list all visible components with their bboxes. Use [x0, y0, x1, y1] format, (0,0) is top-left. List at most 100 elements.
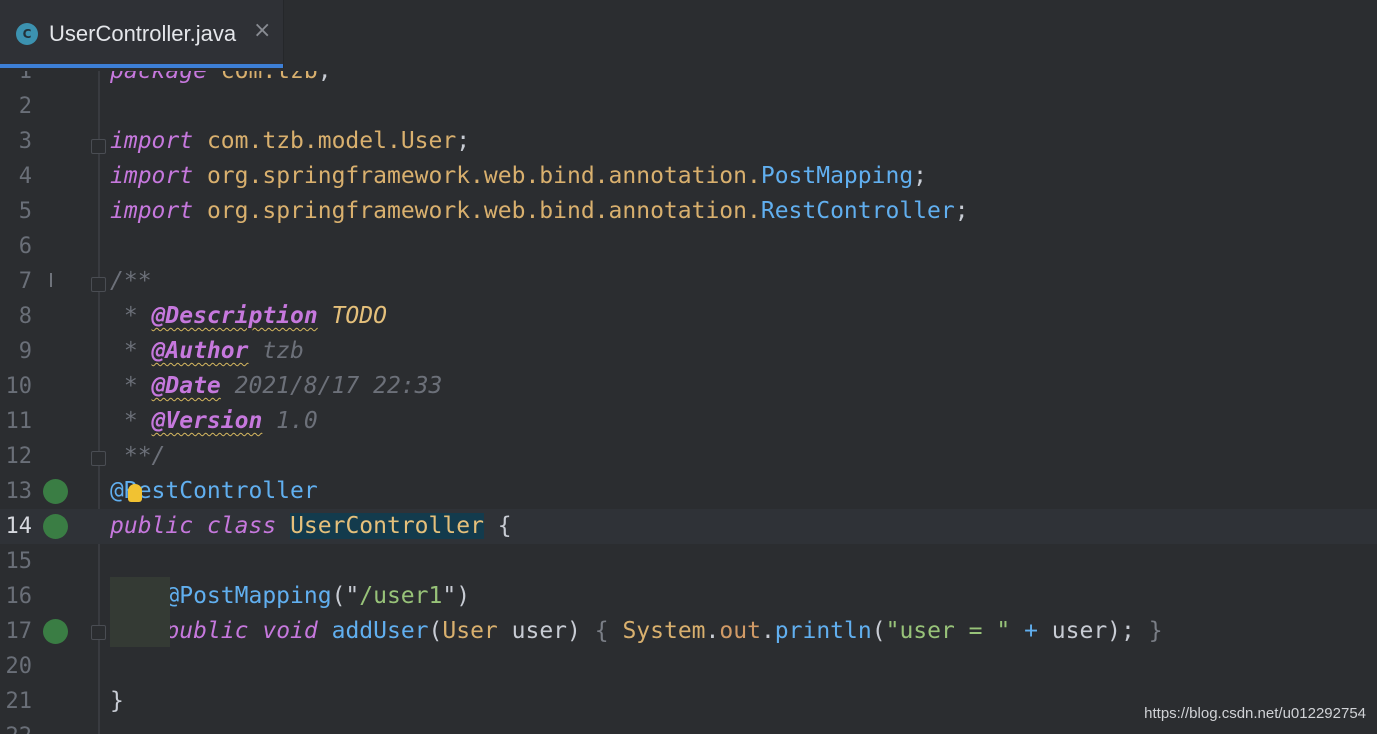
- line-number: 15: [5, 549, 33, 574]
- code-line[interactable]: 5 import org.springframework.web.bind.ann…: [0, 194, 1377, 229]
- code-text: import org.springframework.web.bind.anno…: [110, 159, 927, 194]
- fold-icon[interactable]: [91, 451, 106, 466]
- doc-comment-icon[interactable]: [50, 273, 72, 287]
- code-text: public class UserController {: [110, 509, 512, 544]
- token: RestController: [760, 198, 955, 224]
- token: ;: [913, 163, 928, 189]
- token: UserController: [290, 513, 484, 539]
- code-line[interactable]: 4 import org.springframework.web.bind.ann…: [0, 159, 1377, 194]
- line-number: 10: [5, 374, 33, 399]
- token: org.springframework.web.bind.annotation.: [206, 163, 761, 189]
- line-number: 20: [5, 654, 33, 679]
- code-line[interactable]: 20: [0, 649, 1377, 684]
- code-line[interactable]: 2: [0, 89, 1377, 124]
- tab-title: UserController.java: [49, 21, 237, 46]
- token: (: [428, 618, 443, 644]
- token: @Author: [151, 338, 249, 364]
- line-number: 9: [18, 339, 32, 364]
- token: 1.0: [262, 408, 318, 434]
- fold-icon[interactable]: [91, 625, 106, 640]
- fold-icon[interactable]: [91, 139, 106, 154]
- token: /user1: [359, 583, 443, 609]
- token: package: [110, 71, 207, 84]
- token: User: [442, 618, 498, 644]
- code-editor[interactable]: 1 package com.tzb; 2 3 import com.tzb.model.…: [0, 71, 1377, 734]
- code-line[interactable]: 11 * @Version 1.0: [0, 404, 1377, 439]
- token: @PostMapping: [165, 583, 332, 609]
- code-line[interactable]: 7 /**: [0, 264, 1377, 299]
- token: }: [1148, 618, 1163, 644]
- token: "): [442, 583, 471, 609]
- tab-usercontroller-java[interactable]: C UserController.java ×: [0, 0, 284, 68]
- token: *: [110, 408, 152, 434]
- token: }: [110, 688, 124, 714]
- editor-tab-bar: C UserController.java ×: [0, 0, 1377, 71]
- lightbulb-icon[interactable]: [128, 484, 142, 502]
- code-text: **/: [110, 439, 166, 474]
- line-number: 11: [5, 409, 33, 434]
- code-line[interactable]: 15: [0, 544, 1377, 579]
- active-tab-indicator: [0, 64, 283, 68]
- line-number: 13: [5, 479, 33, 504]
- token: @Version: [151, 408, 263, 434]
- line-number: 12: [5, 444, 33, 469]
- token: *: [110, 338, 152, 364]
- line-number: 3: [18, 129, 32, 154]
- code-line[interactable]: 6: [0, 229, 1377, 264]
- web-endpoint-icon[interactable]: [43, 619, 68, 644]
- line-number: 8: [18, 304, 32, 329]
- code-line[interactable]: 14 public class UserController {: [0, 509, 1377, 544]
- code-line[interactable]: 13 @RestController: [0, 474, 1377, 509]
- spring-class-icon[interactable]: [43, 514, 68, 539]
- java-class-icon: C: [16, 23, 38, 45]
- code-text: }: [110, 684, 124, 719]
- code-text: import org.springframework.web.bind.anno…: [110, 194, 969, 229]
- token: *: [110, 303, 152, 329]
- code-text: package com.tzb;: [110, 71, 332, 89]
- line-number: 21: [5, 689, 33, 714]
- code-line[interactable]: 9 * @Author tzb: [0, 334, 1377, 369]
- token: {: [594, 618, 609, 644]
- code-line[interactable]: 16 @PostMapping("/user1"): [0, 579, 1377, 614]
- spring-bean-icon[interactable]: [43, 479, 68, 504]
- code-line[interactable]: 10 * @Date 2021/8/17 22:33: [0, 369, 1377, 404]
- token: .: [705, 618, 720, 644]
- token: System: [622, 618, 706, 644]
- close-icon[interactable]: ×: [253, 18, 271, 43]
- code-line[interactable]: 8 * @Description TODO: [0, 299, 1377, 334]
- token: @Date: [151, 373, 221, 399]
- code-text: * @Description TODO: [110, 299, 387, 334]
- line-number: 6: [18, 234, 32, 259]
- token: @Description: [151, 303, 318, 329]
- code-text: /**: [110, 264, 152, 299]
- method-block-highlight: [110, 577, 170, 647]
- token: **/: [110, 443, 166, 469]
- code-line[interactable]: 17 public void addUser(User user) { Syst…: [0, 614, 1377, 649]
- line-number: 2: [18, 94, 32, 119]
- token: {: [483, 513, 512, 539]
- token: TODO: [331, 303, 387, 329]
- token: "user = ": [885, 618, 1011, 644]
- code-text: * @Author tzb: [110, 334, 304, 369]
- code-text: * @Version 1.0: [110, 404, 318, 439]
- token: user): [497, 618, 595, 644]
- line-number: 16: [5, 584, 33, 609]
- line-number: 14: [5, 514, 33, 539]
- token: ;: [456, 128, 471, 154]
- line-number: 4: [18, 164, 32, 189]
- fold-icon[interactable]: [91, 277, 106, 292]
- code-line[interactable]: 3 import com.tzb.model.User;: [0, 124, 1377, 159]
- token: void: [262, 618, 318, 644]
- code-line[interactable]: 1 package com.tzb;: [0, 71, 1377, 89]
- token: println: [774, 618, 872, 644]
- token: .: [760, 618, 775, 644]
- code-line[interactable]: 12 **/: [0, 439, 1377, 474]
- token: *: [110, 373, 152, 399]
- token: import: [110, 128, 194, 154]
- token: PostMapping: [760, 163, 914, 189]
- code-text: import com.tzb.model.User;: [110, 124, 470, 159]
